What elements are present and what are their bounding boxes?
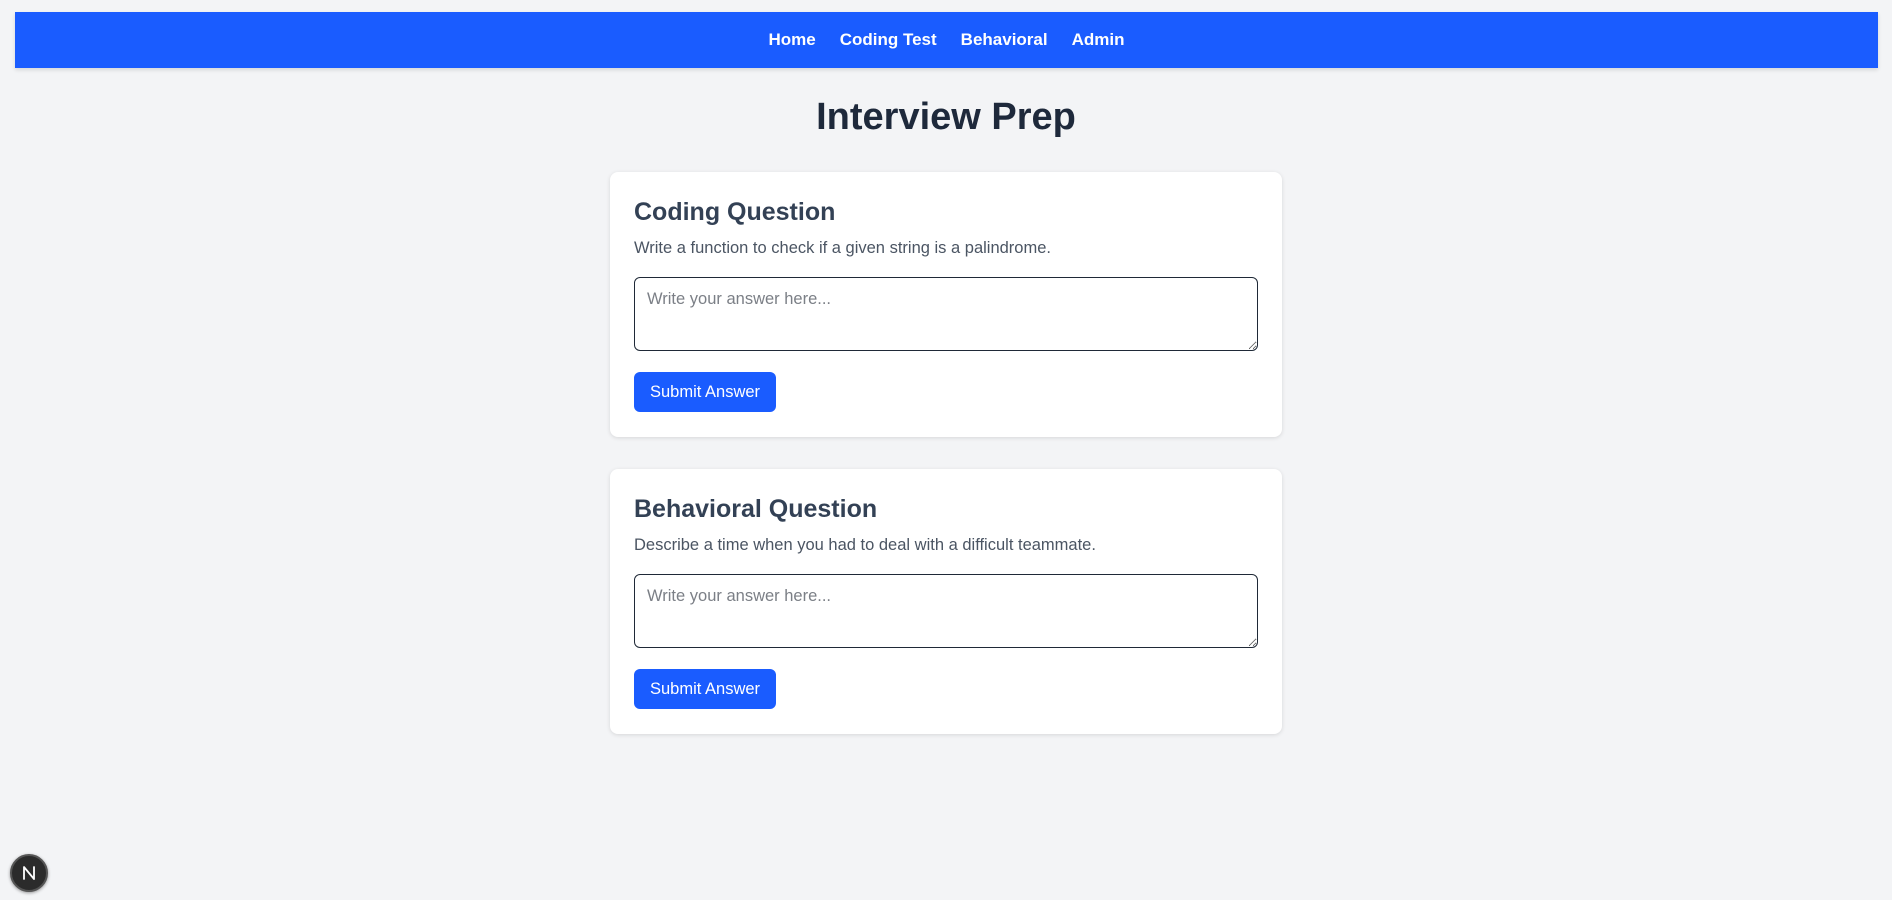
submit-coding-answer-button[interactable]: Submit Answer [634, 372, 777, 412]
coding-answer-input[interactable] [634, 277, 1258, 351]
nav-link-behavioral[interactable]: Behavioral [961, 30, 1048, 50]
nextjs-dev-badge[interactable] [10, 854, 48, 892]
card-title: Coding Question [634, 198, 836, 226]
behavioral-answer-input[interactable] [634, 574, 1258, 648]
page-title: Interview Prep [816, 96, 1076, 138]
top-navbar: Home Coding Test Behavioral Admin [15, 12, 1878, 68]
question-text: Describe a time when you had to deal wit… [634, 536, 1096, 554]
behavioral-question-card: Behavioral Question Describe a time when… [610, 469, 1282, 734]
question-text: Write a function to check if a given str… [634, 239, 1051, 257]
nav-link-home[interactable]: Home [768, 30, 815, 50]
nav-link-coding-test[interactable]: Coding Test [840, 30, 937, 50]
nextjs-icon [23, 866, 35, 880]
card-title: Behavioral Question [634, 495, 878, 523]
submit-behavioral-answer-button[interactable]: Submit Answer [634, 669, 777, 709]
nav-link-admin[interactable]: Admin [1072, 30, 1125, 50]
coding-question-card: Coding Question Write a function to chec… [610, 172, 1282, 437]
